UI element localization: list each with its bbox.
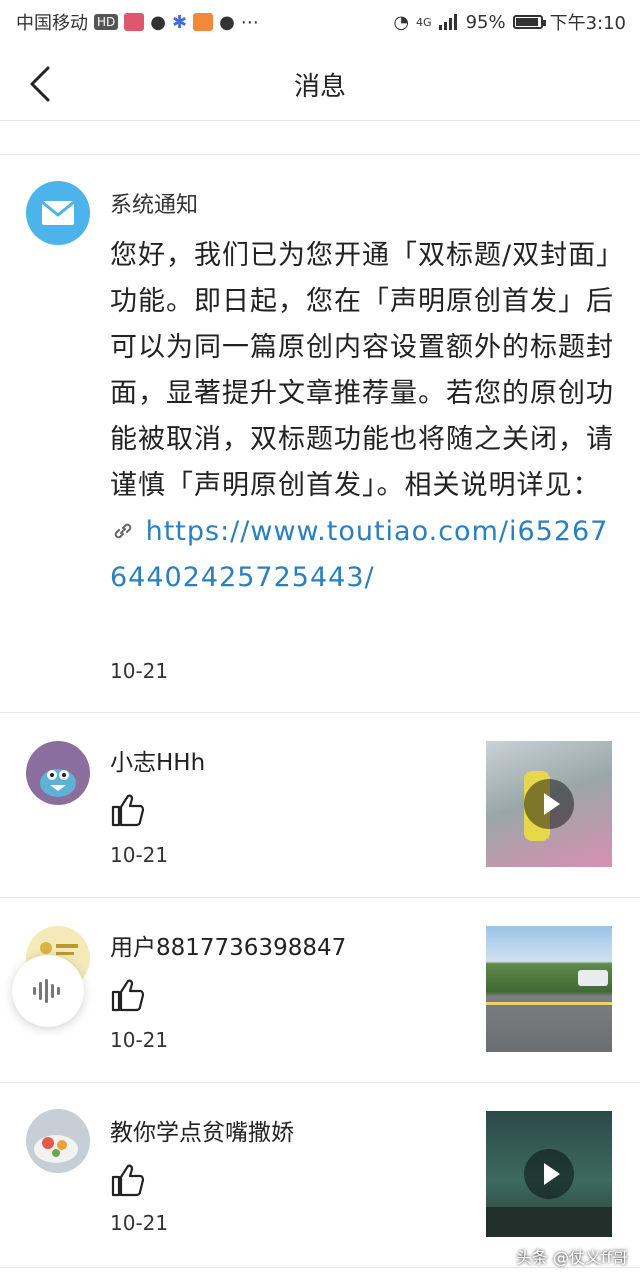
battery-icon <box>512 15 546 29</box>
link-icon <box>114 523 132 539</box>
status-right: ◔ 4G 95% 下午3:10 <box>393 9 626 35</box>
monster-avatar-icon <box>40 769 76 797</box>
video-app-icon <box>193 13 214 31</box>
video-thumbnail[interactable] <box>486 741 612 867</box>
system-notice[interactable]: 系统通知 您好，我们已为您开通「双标题/双封面」功能。即日起，您在「声明原创首发… <box>0 155 640 713</box>
message-row[interactable]: 小志HHh 10-21 <box>0 713 640 897</box>
signal-icon <box>438 14 457 30</box>
battery-percent: 95% <box>465 11 506 33</box>
status-bar: 中国移动 HD ● ✱ ● ⋯ ◔ 4G 95% 下午3:10 <box>0 0 640 44</box>
watermark: 头条 @仗义ff哥 <box>515 1248 628 1267</box>
wechat-icon: ● <box>150 11 166 33</box>
video-thumbnail[interactable] <box>486 1111 612 1237</box>
image-thumbnail[interactable] <box>486 926 612 1052</box>
user-name[interactable]: 教你学点贫嘴撒娇 <box>110 1113 294 1147</box>
message-icon: ● <box>219 11 235 33</box>
page-title: 消息 <box>293 72 346 102</box>
more-icon: ⋯ <box>240 11 259 33</box>
nav-bar: 消息 <box>0 44 640 121</box>
voice-assistant-button[interactable] <box>12 955 84 1027</box>
food-avatar-icon <box>34 1135 78 1163</box>
user-name[interactable]: 小志HHh <box>110 743 205 777</box>
clock: 下午3:10 <box>549 13 626 34</box>
network-type: 4G <box>416 15 432 29</box>
notice-body: 您好，我们已为您开通「双标题/双封面」功能。即日起，您在「声明原创首发」后可以为… <box>110 233 615 601</box>
message-date: 10-21 <box>110 1028 169 1052</box>
thumbnail-car <box>578 970 608 986</box>
user-name[interactable]: 用户8817736398847 <box>110 928 346 962</box>
message-row[interactable]: 用户8817736398847 10-21 <box>0 898 640 1082</box>
notice-date: 10-21 <box>110 659 169 683</box>
message-date: 10-21 <box>110 1211 169 1235</box>
message-date: 10-21 <box>110 843 169 867</box>
thumbs-up-icon <box>111 1164 145 1197</box>
app-notification-icon <box>124 13 145 31</box>
road-line <box>486 1002 612 1005</box>
carrier-label: 中国移动 <box>16 13 88 34</box>
mail-avatar <box>26 181 90 245</box>
message-row[interactable]: 教你学点贫嘴撒娇 10-21 <box>0 1083 640 1267</box>
play-icon <box>524 1149 574 1199</box>
thumbs-up-icon <box>111 979 145 1012</box>
hd-badge: HD <box>94 14 119 30</box>
play-icon <box>524 779 574 829</box>
user-avatar[interactable] <box>26 741 90 805</box>
alarm-icon: ◔ <box>393 11 410 33</box>
status-left: 中国移动 HD ● ✱ ● ⋯ <box>16 9 259 35</box>
voice-wave-icon <box>33 979 60 1003</box>
thumbnail-toolbar <box>486 1207 612 1237</box>
baidu-icon: ✱ <box>171 11 188 33</box>
notice-text: 您好，我们已为您开通「双标题/双封面」功能。即日起，您在「声明原创首发」后可以为… <box>110 240 614 501</box>
thumbs-up-icon <box>111 794 145 827</box>
mail-icon <box>41 200 75 225</box>
notice-sender: 系统通知 <box>110 193 199 218</box>
user-avatar[interactable] <box>26 1109 90 1173</box>
notice-link[interactable]: https://www.toutiao.com/i652676440242572… <box>110 516 608 593</box>
